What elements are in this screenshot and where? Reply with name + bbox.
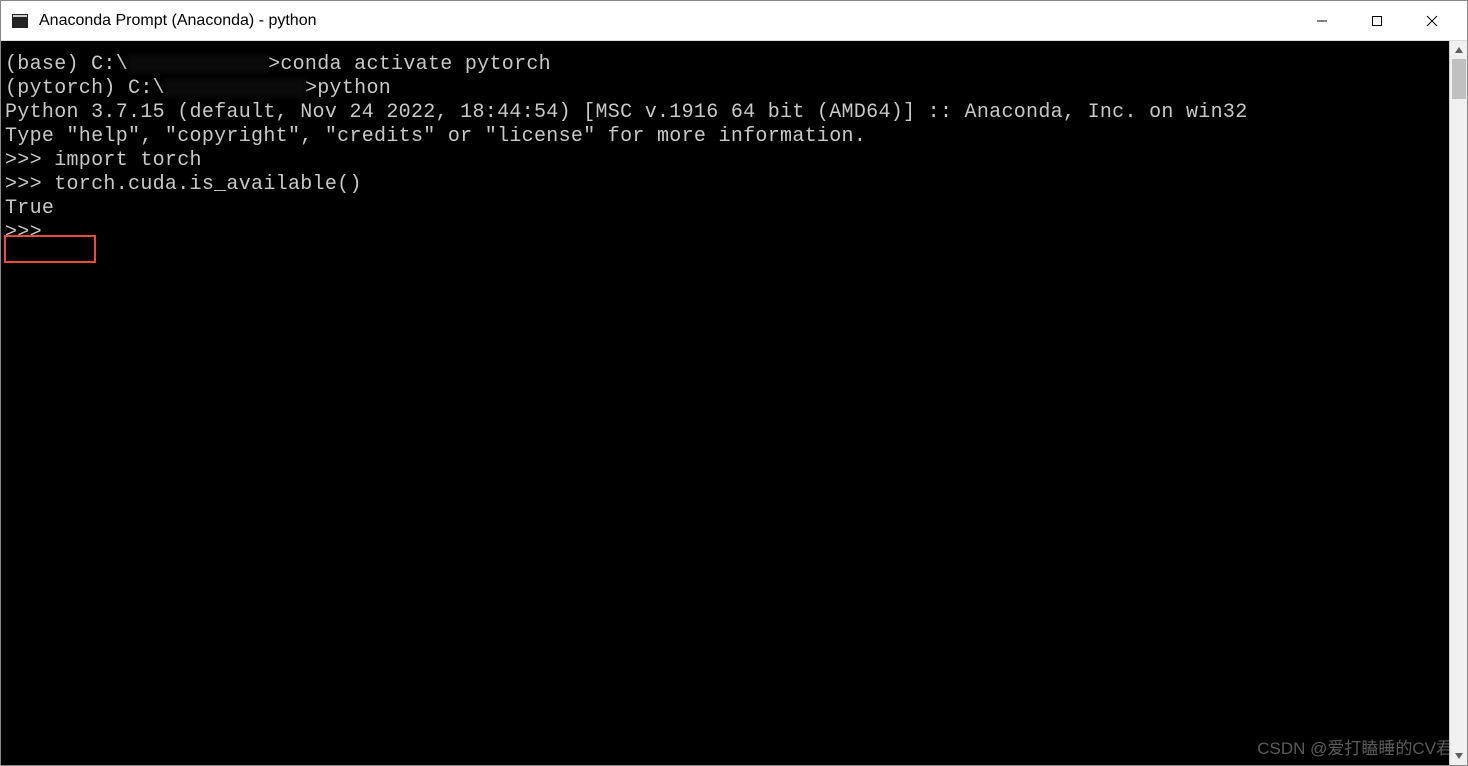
- minimize-button[interactable]: [1294, 2, 1349, 40]
- terminal-output[interactable]: (base) C:\>conda activate pytorch(pytorc…: [1, 41, 1449, 765]
- terminal-line: (pytorch) C:\>python: [5, 77, 1449, 101]
- window-title: Anaconda Prompt (Anaconda) - python: [39, 12, 1294, 30]
- terminal-line: >>>: [5, 221, 1449, 245]
- terminal-line: Type "help", "copyright", "credits" or "…: [5, 125, 1449, 149]
- terminal-line: >>> torch.cuda.is_available(): [5, 173, 1449, 197]
- scroll-thumb[interactable]: [1452, 59, 1466, 99]
- redacted-path: [128, 55, 268, 73]
- scroll-up-arrow[interactable]: [1450, 41, 1468, 59]
- close-button[interactable]: [1404, 2, 1459, 40]
- window-titlebar: Anaconda Prompt (Anaconda) - python: [1, 1, 1467, 41]
- maximize-button[interactable]: [1349, 2, 1404, 40]
- terminal-line: (base) C:\>conda activate pytorch: [5, 53, 1449, 77]
- vertical-scrollbar[interactable]: [1449, 41, 1467, 765]
- window-controls: [1294, 2, 1459, 40]
- terminal-line: >>> import torch: [5, 149, 1449, 173]
- terminal-line: Python 3.7.15 (default, Nov 24 2022, 18:…: [5, 101, 1449, 125]
- terminal-line: True: [5, 197, 1449, 221]
- app-icon: [11, 12, 29, 30]
- scroll-down-arrow[interactable]: [1450, 747, 1468, 765]
- redacted-path: [165, 79, 305, 97]
- terminal-wrapper: (base) C:\>conda activate pytorch(pytorc…: [1, 41, 1467, 765]
